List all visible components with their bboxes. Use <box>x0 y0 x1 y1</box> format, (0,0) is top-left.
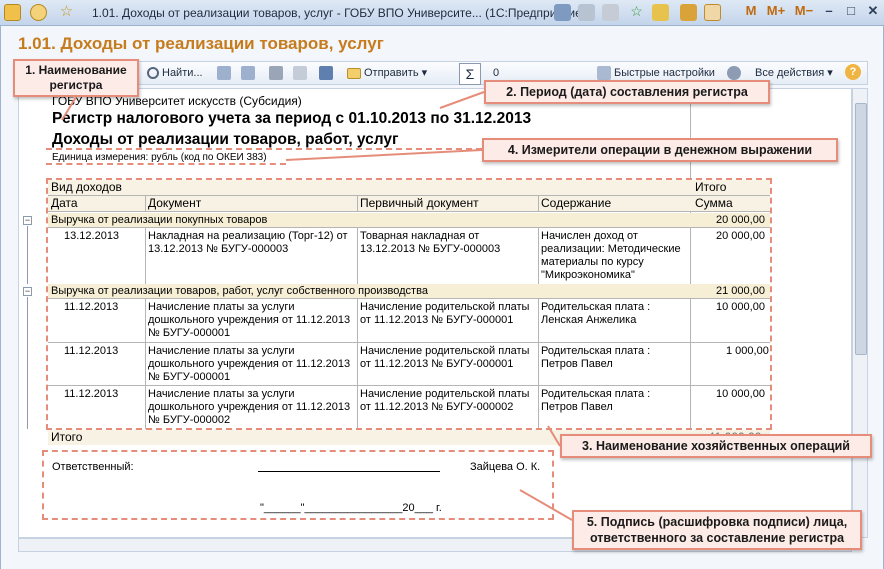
window-title: 1.01. Доходы от реализации товаров, услу… <box>92 6 586 20</box>
memory-plus-button[interactable]: M+ <box>762 0 790 22</box>
sum-button[interactable]: Σ <box>459 63 481 85</box>
page-preview-button[interactable] <box>293 65 310 82</box>
calendar-icon[interactable] <box>704 4 721 21</box>
save-report-button[interactable] <box>319 65 336 82</box>
app-1c-icon[interactable] <box>4 4 21 21</box>
memory-minus-button[interactable]: M− <box>790 0 818 22</box>
expand-groups-button[interactable] <box>217 65 234 82</box>
annotation-period: 2. Период (дата) составления регистра <box>484 80 770 104</box>
preview-icon[interactable] <box>602 4 619 21</box>
tree-line <box>27 226 28 284</box>
highlight-unit <box>46 163 286 165</box>
printer-icon <box>269 66 283 81</box>
highlight-table <box>46 178 772 430</box>
highlight-signature <box>42 450 554 520</box>
save-icon[interactable] <box>554 4 571 21</box>
tree-line <box>27 297 28 429</box>
sigma-icon: Σ <box>465 66 475 82</box>
expand-icon <box>217 66 231 81</box>
window-controls: M M+ M− – □ ✕ <box>740 0 884 24</box>
gear-icon <box>727 66 741 81</box>
window-titlebar: ☆ 1.01. Доходы от реализации товаров, ус… <box>0 0 884 26</box>
vertical-scrollbar[interactable] <box>852 88 868 538</box>
collapse-group-2-icon[interactable]: − <box>23 287 32 296</box>
send-button[interactable]: Отправить ▾ <box>347 65 427 82</box>
history-icon[interactable] <box>652 4 669 21</box>
minimize-button[interactable]: – <box>818 0 840 22</box>
envelope-icon <box>347 67 361 79</box>
maximize-button[interactable]: □ <box>840 0 862 22</box>
annotation-operations: 3. Наименование хозяйственных операций <box>560 434 872 458</box>
find-button[interactable]: Найти... <box>147 65 203 82</box>
close-button[interactable]: ✕ <box>862 0 884 22</box>
collapse-groups-button[interactable] <box>241 65 258 82</box>
print-icon[interactable] <box>578 4 595 21</box>
magnifier-icon <box>147 67 159 80</box>
total-label: Итого <box>51 430 83 444</box>
annotation-monetary: 4. Измерители операции в денежном выраже… <box>482 138 838 162</box>
annotation-register-name: 1. Наименование регистра <box>13 59 139 97</box>
document-title: 1.01. Доходы от реализации товаров, услу… <box>18 34 384 53</box>
unit-of-measure: Единица измерения: рубль (код по ОКЕИ 38… <box>52 152 267 163</box>
favorite-star-icon[interactable]: ☆ <box>58 4 75 21</box>
help-button[interactable]: ? <box>845 64 861 80</box>
collapse-group-1-icon[interactable]: − <box>23 216 32 225</box>
print-button[interactable] <box>269 65 286 82</box>
scroll-thumb[interactable] <box>855 103 867 355</box>
collapse-icon <box>241 66 255 81</box>
annotation-signature: 5. Подпись (расшифровка подписи) лица, о… <box>572 510 862 550</box>
preview-page-icon <box>293 66 307 81</box>
settings-list-icon <box>597 66 611 81</box>
memory-button[interactable]: M <box>740 0 762 22</box>
highlight-register-title <box>46 106 552 150</box>
menu-dropdown-icon[interactable] <box>30 4 47 21</box>
calculator-icon[interactable] <box>680 4 697 21</box>
add-favorite-icon[interactable]: ☆ <box>628 4 645 21</box>
floppy-icon <box>319 66 333 81</box>
